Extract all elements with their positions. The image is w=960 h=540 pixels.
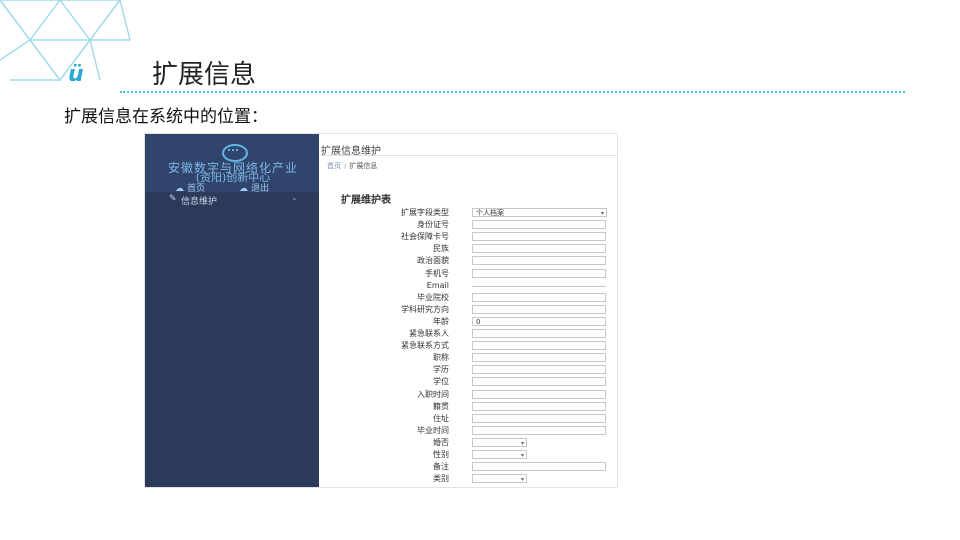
- form-row: 紧急联系方式: [319, 340, 617, 352]
- field-label: 毕业院校: [417, 292, 449, 302]
- field-label: 手机号: [425, 268, 449, 278]
- field-label: 入职时间: [417, 389, 449, 399]
- form-row: 入职时间: [319, 389, 617, 401]
- chevron-down-icon: ▾: [600, 210, 604, 217]
- embedded-screenshot: 安徽数字与网络化产业 (资阳)创新中心 ☁ 首页 ☁ 退出 ✎ 信息维护 ⌄ 扩展信…: [144, 133, 618, 488]
- form-row: Email: [319, 280, 617, 292]
- field-input[interactable]: [472, 304, 606, 314]
- field-type-select[interactable]: 个人档案 ▾: [472, 208, 607, 217]
- field-label: 籍贯: [433, 401, 449, 411]
- form-row: 籍贯: [319, 401, 617, 413]
- field-input[interactable]: [472, 401, 606, 411]
- form-row: 学科研究方向: [319, 304, 617, 316]
- field-label: 性别: [433, 450, 449, 459]
- form-row: 扩展字段类型 个人档案 ▾: [319, 207, 617, 219]
- field-input[interactable]: [472, 425, 606, 435]
- field-input[interactable]: [472, 244, 606, 254]
- field-input[interactable]: [472, 413, 606, 423]
- field-label: 社会保障卡号: [401, 232, 449, 242]
- main-content: 扩展信息维护 首页 / 扩展信息 扩展维护表 扩展字段类型 个人档案 ▾ 身份证号 社会保障…: [319, 134, 617, 487]
- form-row: 年龄 0: [319, 316, 617, 328]
- field-value: 0: [476, 317, 481, 326]
- field-label: 学位: [433, 377, 449, 387]
- field-label: 住址: [433, 413, 449, 423]
- home-link[interactable]: ☁ 首页: [175, 181, 205, 194]
- field-input[interactable]: [472, 462, 606, 472]
- field-label: 备注: [433, 462, 449, 472]
- cloud-icon: ☁: [239, 184, 248, 194]
- field-input[interactable]: [472, 353, 606, 363]
- field-input[interactable]: [472, 268, 606, 278]
- field-label: 民族: [433, 244, 449, 254]
- form-row: 学位: [319, 376, 617, 388]
- field-input[interactable]: [472, 329, 606, 338]
- header-divider: [319, 155, 617, 156]
- edit-icon: ✎: [169, 194, 177, 204]
- field-label: 学科研究方向: [401, 304, 449, 314]
- field-small-select[interactable]: ▾: [472, 450, 527, 459]
- form-row: 毕业院校: [319, 292, 617, 304]
- form-row: 社会保障卡号: [319, 231, 617, 243]
- field-input[interactable]: [472, 285, 606, 287]
- form-row: 民族: [319, 243, 617, 255]
- chevron-down-icon: ▾: [520, 439, 524, 447]
- form-row: 紧急联系人: [319, 328, 617, 340]
- field-small-select[interactable]: ▾: [472, 474, 527, 484]
- field-label: 扩展字段类型: [401, 208, 449, 217]
- cloud-icon: ☁: [175, 184, 184, 194]
- form-row: 政治面貌: [319, 255, 617, 267]
- form-row: 职称: [319, 352, 617, 364]
- form-row: 学历: [319, 364, 617, 376]
- breadcrumb-current: 扩展信息: [349, 162, 378, 170]
- form-row: 住址: [319, 413, 617, 425]
- field-input[interactable]: [472, 292, 606, 302]
- field-value: 个人档案: [476, 209, 504, 217]
- field-label: 类别: [433, 474, 449, 484]
- field-label: 毕业时间: [417, 425, 449, 435]
- field-input[interactable]: [472, 220, 606, 230]
- field-label: 紧急联系人: [409, 329, 449, 338]
- form-row: 身份证号: [319, 219, 617, 231]
- chevron-down-icon: ▾: [520, 452, 524, 459]
- slide-subtitle: 扩展信息在系统中的位置：: [64, 107, 268, 127]
- field-label: 政治面貌: [417, 256, 449, 266]
- home-label: 首页: [187, 184, 206, 194]
- sidebar-item-label: 信息维护: [181, 197, 218, 207]
- field-input[interactable]: [472, 377, 606, 387]
- field-label: 职称: [433, 353, 449, 363]
- sidebar: 安徽数字与网络化产业 (资阳)创新中心 ☁ 首页 ☁ 退出 ✎ 信息维护 ⌄: [145, 134, 319, 487]
- field-input[interactable]: [472, 232, 606, 242]
- form-section-title: 扩展维护表: [341, 195, 391, 206]
- brand-logo: ü: [68, 62, 84, 87]
- field-input[interactable]: [472, 341, 606, 351]
- field-input[interactable]: [472, 256, 606, 266]
- logout-link[interactable]: ☁ 退出: [239, 181, 269, 194]
- field-label: 身份证号: [417, 220, 449, 230]
- sidebar-header: 安徽数字与网络化产业 (资阳)创新中心 ☁ 首页 ☁ 退出: [145, 134, 319, 194]
- field-input[interactable]: [472, 365, 606, 375]
- form-row: 毕业时间: [319, 425, 617, 437]
- sidebar-item-info-maintenance[interactable]: ✎ 信息维护 ⌄: [145, 193, 319, 207]
- form-row: 婚否 ▾: [319, 437, 617, 449]
- breadcrumb: 首页 / 扩展信息: [327, 162, 378, 170]
- field-label: Email: [426, 280, 449, 290]
- form-row: 类别 ▾: [319, 473, 617, 485]
- form-row: 手机号: [319, 268, 617, 280]
- field-label: 紧急联系方式: [401, 341, 449, 351]
- field-input[interactable]: [472, 389, 606, 399]
- chevron-down-icon: ▾: [520, 476, 524, 484]
- form-row: 备注: [319, 461, 617, 473]
- field-small-select[interactable]: ▾: [472, 437, 527, 447]
- field-label: 婚否: [433, 437, 449, 447]
- title-divider: [120, 91, 905, 93]
- field-label: 学历: [433, 365, 449, 375]
- chevron-down-icon: ⌄: [291, 193, 298, 202]
- logout-label: 退出: [251, 184, 270, 194]
- field-label: 年龄: [433, 316, 449, 326]
- field-input[interactable]: 0: [472, 316, 606, 326]
- form-row: 性别 ▾: [319, 449, 617, 461]
- slide-title: 扩展信息: [152, 60, 257, 90]
- breadcrumb-home[interactable]: 首页: [327, 162, 341, 170]
